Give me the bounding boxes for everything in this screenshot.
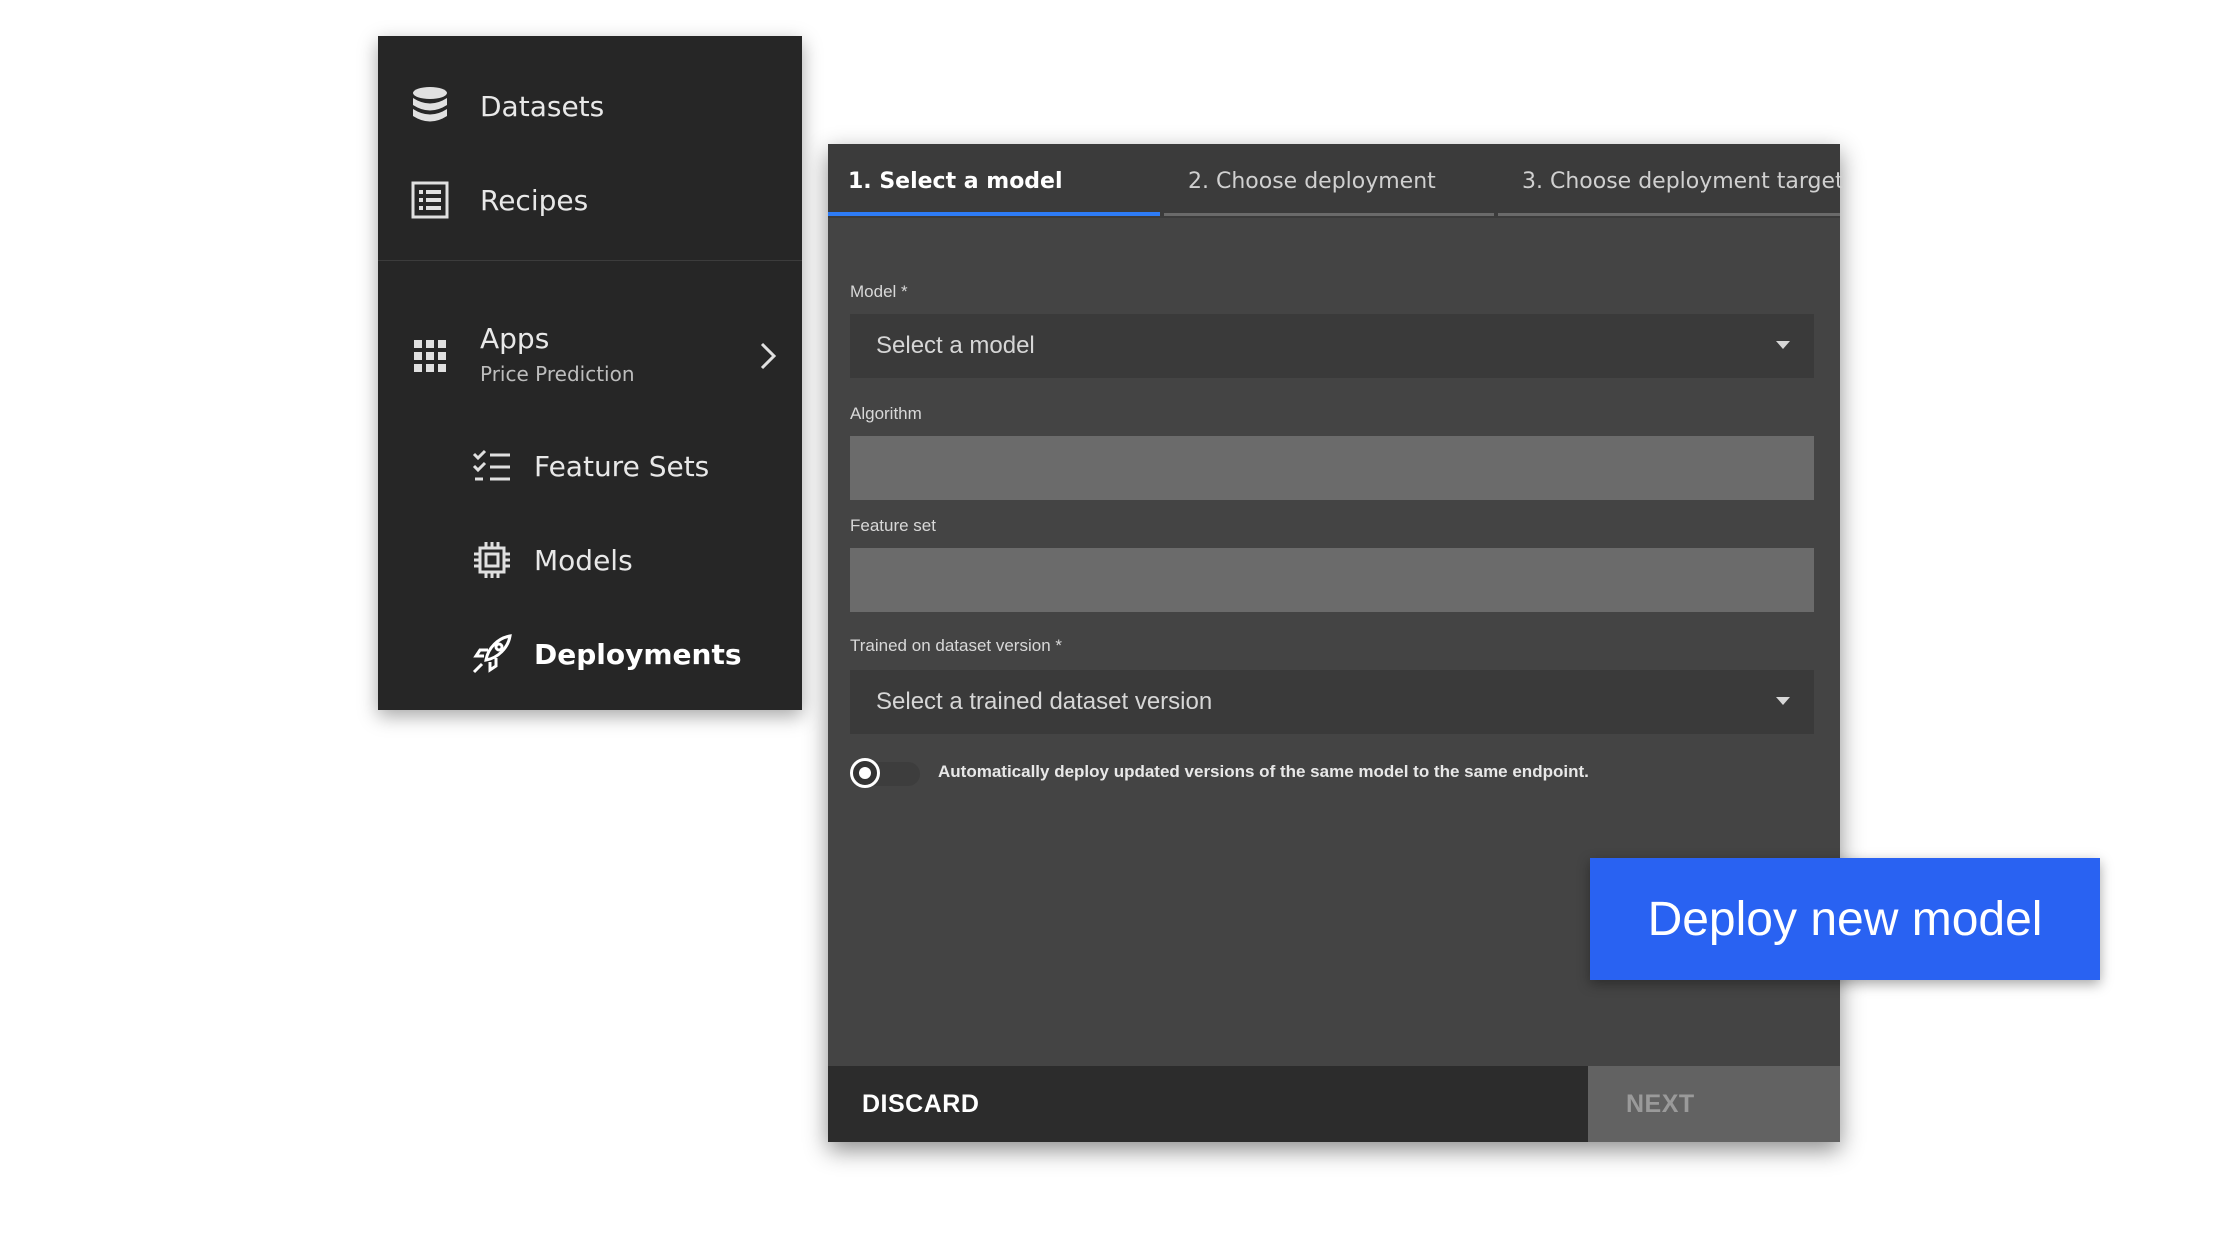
database-icon	[410, 86, 450, 126]
feature-set-label: Feature set	[850, 516, 936, 535]
checklist-icon	[472, 446, 512, 486]
caret-down-icon	[1776, 697, 1790, 705]
sidebar-item-label: Apps	[480, 322, 550, 355]
caret-down-icon	[1776, 341, 1790, 349]
discard-label: DISCARD	[862, 1089, 980, 1118]
list-icon	[410, 180, 450, 220]
tab-underline	[1164, 213, 1494, 216]
wizard-tabs: 1. Select a model 2. Choose deployment 3…	[828, 144, 1844, 218]
callout-text: Deploy new model	[1647, 892, 2043, 946]
model-select[interactable]: Select a model	[850, 314, 1814, 378]
dataset-version-value: Select a trained dataset version	[876, 688, 1213, 715]
sidebar-item-label: Recipes	[480, 183, 589, 217]
sidebar-item-datasets[interactable]: Datasets	[378, 78, 802, 134]
dataset-version-select[interactable]: Select a trained dataset version	[850, 670, 1814, 734]
sidebar-item-feature-sets[interactable]: Feature Sets	[378, 438, 802, 494]
tab-underline	[1498, 213, 1840, 216]
toggle-knob	[850, 758, 880, 788]
rocket-icon	[472, 634, 512, 674]
next-button[interactable]: NEXT	[1588, 1066, 1840, 1142]
auto-deploy-toggle[interactable]	[850, 756, 920, 790]
tab-choose-deployment-target[interactable]: 3. Choose deployment target	[1498, 144, 1844, 218]
sidebar-item-models[interactable]: Models	[378, 532, 802, 588]
sidebar-divider	[378, 260, 802, 261]
chip-icon	[472, 540, 512, 580]
algorithm-label: Algorithm	[850, 404, 922, 423]
sidebar: Datasets Recipes Apps Price Prediction F…	[378, 36, 802, 710]
next-label: NEXT	[1626, 1089, 1695, 1118]
auto-deploy-label: Automatically deploy updated versions of…	[938, 762, 1589, 781]
discard-button[interactable]: DISCARD	[828, 1066, 1588, 1142]
model-label: Model *	[850, 282, 908, 301]
feature-set-field	[850, 548, 1814, 612]
chevron-right-icon[interactable]	[748, 336, 788, 376]
tab-choose-deployment[interactable]: 2. Choose deployment	[1164, 144, 1494, 218]
tab-label: 1. Select a model	[848, 168, 1063, 194]
tab-select-model[interactable]: 1. Select a model	[828, 144, 1160, 218]
sidebar-item-label: Datasets	[480, 89, 605, 123]
dataset-version-label: Trained on dataset version *	[850, 636, 1062, 655]
tab-label: 3. Choose deployment target	[1522, 168, 1844, 194]
dialog-footer: DISCARD NEXT	[828, 1066, 1840, 1142]
sidebar-item-label: Models	[534, 543, 633, 577]
grid-icon	[410, 336, 450, 376]
tab-underline	[828, 212, 1160, 216]
sidebar-item-deployments[interactable]: Deployments	[378, 626, 802, 682]
sidebar-item-label: Deployments	[534, 637, 742, 671]
app-name: Price Prediction	[480, 362, 635, 386]
tab-label: 2. Choose deployment	[1188, 168, 1436, 194]
sidebar-item-recipes[interactable]: Recipes	[378, 172, 802, 228]
deploy-model-dialog: 1. Select a model 2. Choose deployment 3…	[828, 144, 1844, 1142]
algorithm-field	[850, 436, 1814, 500]
sidebar-item-label: Feature Sets	[534, 449, 710, 483]
screen: Datasets Recipes Apps Price Prediction F…	[0, 0, 2240, 1260]
deploy-new-model-callout: Deploy new model	[1590, 858, 2100, 980]
model-select-value: Select a model	[876, 332, 1035, 359]
sidebar-item-apps[interactable]: Apps Price Prediction	[378, 320, 802, 392]
